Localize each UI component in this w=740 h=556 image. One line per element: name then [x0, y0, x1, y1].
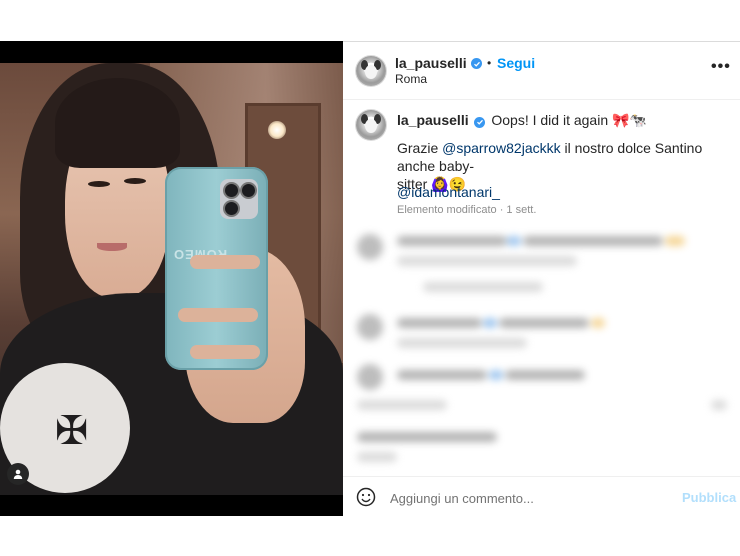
caption-author-avatar[interactable]: [356, 110, 386, 140]
caption-meta: Elemento modificato · 1 sett.: [397, 204, 537, 216]
camera-lens: [223, 200, 240, 217]
subject-finger: [178, 308, 258, 322]
comment-line: [397, 318, 482, 328]
subject-bangs: [55, 78, 180, 168]
author-username[interactable]: la_pauselli: [395, 55, 467, 71]
comment-avatar: [357, 234, 383, 260]
avatar-face: [365, 65, 377, 79]
save-icon: [711, 400, 727, 410]
caption-mention-link[interactable]: @sparrow82jackkk: [442, 140, 560, 156]
author-avatar[interactable]: [356, 56, 386, 86]
comment-line: [397, 338, 527, 348]
emoji-icon[interactable]: [356, 487, 376, 507]
subject-mouth: [97, 243, 127, 251]
comment-line: [591, 318, 605, 328]
post-details-panel: la_pauselli • Segui Roma ••• la_pauselli…: [343, 41, 740, 517]
comment-line: [489, 370, 503, 380]
comment-input[interactable]: [388, 483, 672, 513]
comment-line: [397, 256, 577, 266]
comment-line: [505, 370, 585, 380]
post-location[interactable]: Roma: [395, 72, 427, 86]
caption-line1: Oops! I did it again 🎀🐄: [491, 112, 647, 128]
comment-avatar: [357, 314, 383, 340]
caption-mention-link[interactable]: @idamontanari_: [397, 183, 500, 201]
comment-bar: Pubblica: [343, 476, 740, 518]
comment-line: [507, 236, 521, 246]
comment-line: [397, 236, 507, 246]
sweater-cross-graphic: ✠: [55, 408, 89, 454]
subject-finger: [190, 255, 260, 269]
background-lamp: [268, 121, 286, 139]
phone-camera-module: [220, 179, 258, 219]
post-header: la_pauselli • Segui Roma •••: [343, 42, 740, 100]
blurred-comments: [343, 222, 740, 467]
avatar-face: [365, 119, 377, 133]
subject-eye-right: [124, 178, 146, 184]
subject-eye-left: [88, 181, 110, 187]
likes-line: [357, 432, 497, 442]
header-separator: •: [487, 56, 492, 70]
follow-button[interactable]: Segui: [497, 55, 535, 71]
comment-line: [523, 236, 663, 246]
action-icons: [357, 400, 447, 410]
post-image[interactable]: ✠ ROMEO ★: [0, 63, 343, 495]
publish-button[interactable]: Pubblica: [682, 490, 736, 505]
date-line: [357, 452, 397, 462]
post-photo-panel: ✠ ROMEO ★: [0, 41, 343, 516]
comment-line: [397, 370, 487, 380]
caption-grazie: Grazie: [397, 140, 439, 156]
comment-line: [423, 282, 543, 292]
comment-line: [665, 236, 685, 246]
subject-finger: [190, 345, 260, 359]
camera-lens: [240, 182, 257, 199]
more-options-icon[interactable]: •••: [711, 58, 731, 76]
verified-badge-icon: [474, 116, 486, 128]
comment-avatar: [357, 364, 383, 390]
user-tag-icon[interactable]: [7, 463, 29, 485]
caption-author-username[interactable]: la_pauselli: [397, 112, 469, 128]
comment-line: [499, 318, 589, 328]
caption-first-line: la_pauselli Oops! I did it again 🎀🐄: [397, 111, 732, 129]
comment-line: [483, 318, 497, 328]
camera-lens: [223, 182, 240, 199]
verified-badge-icon: [471, 58, 482, 69]
